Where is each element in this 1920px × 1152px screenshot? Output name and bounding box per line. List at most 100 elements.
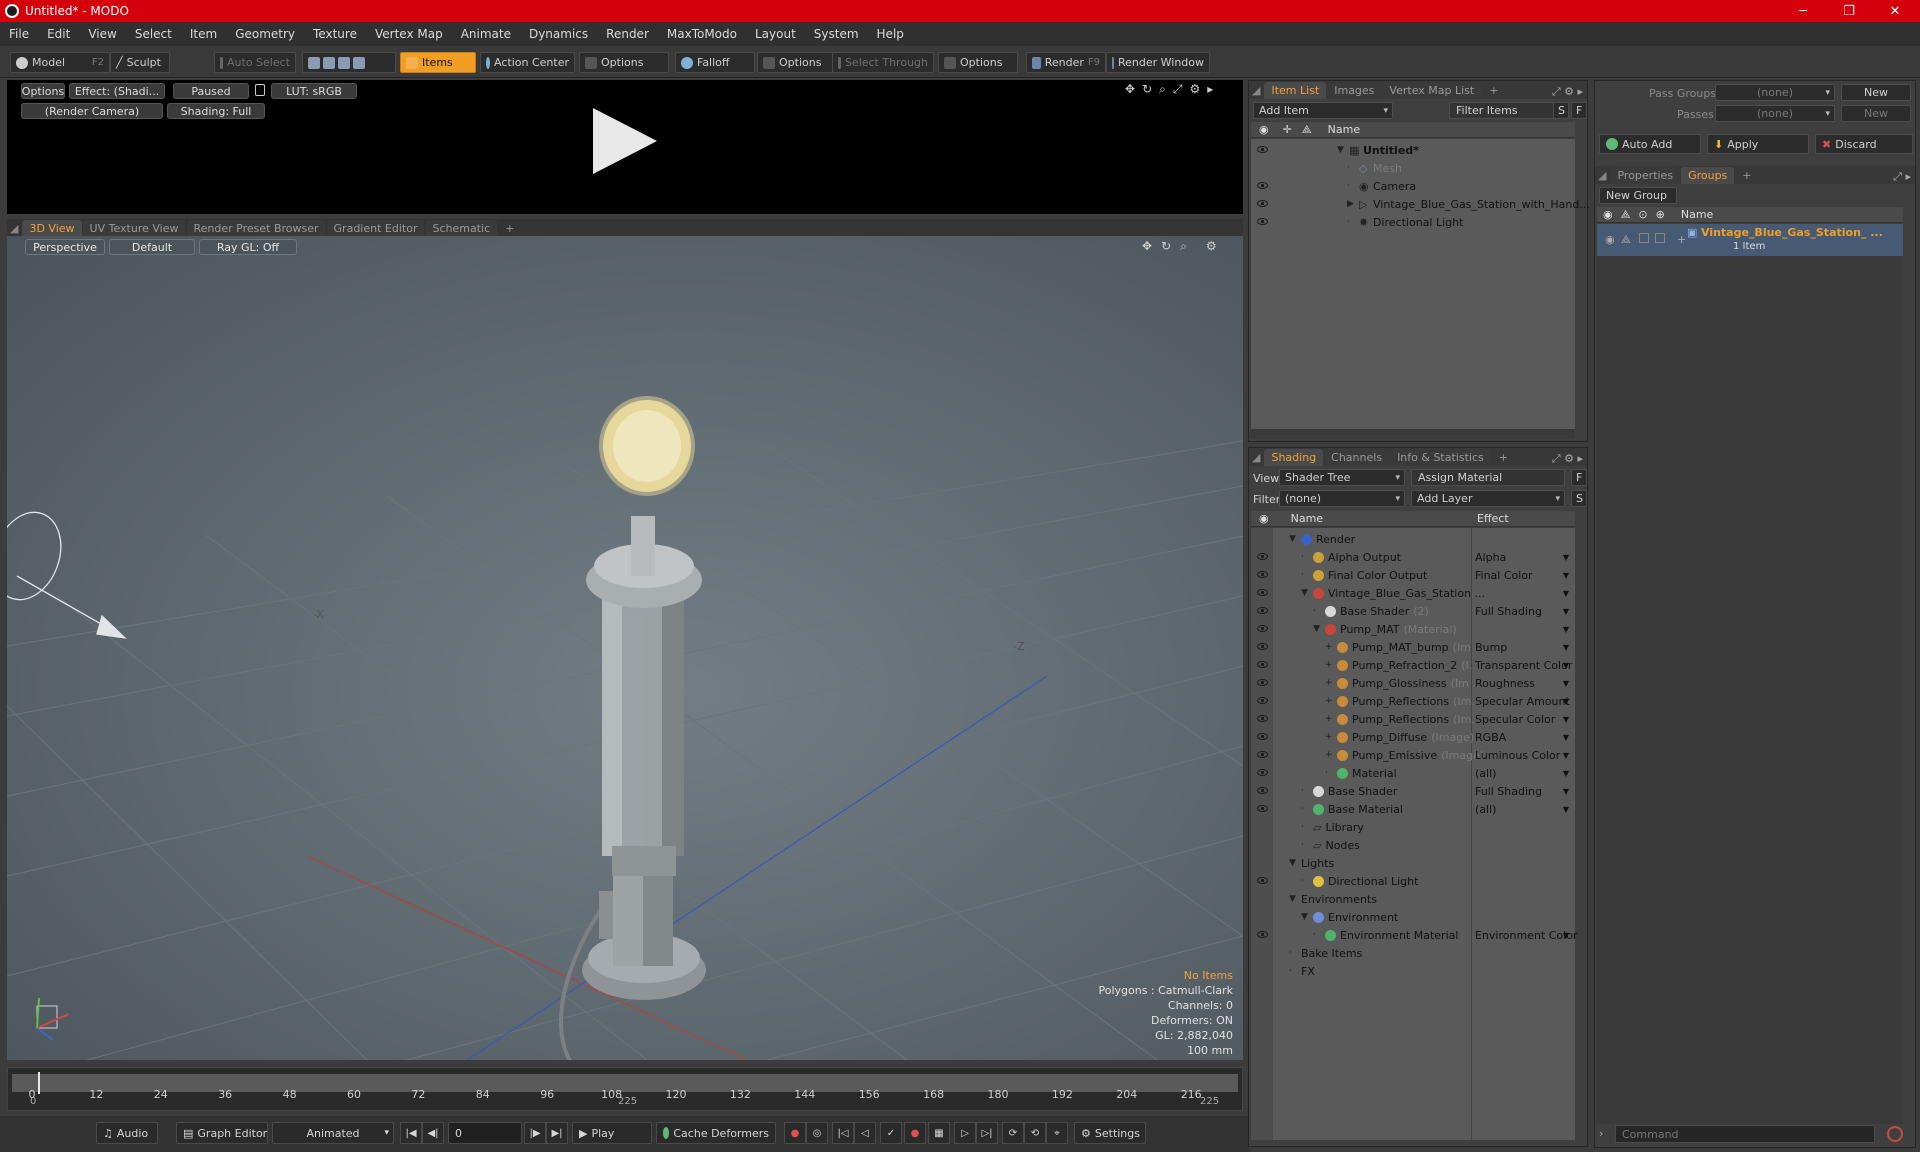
layer-effect[interactable]: Specular Color (1475, 713, 1555, 726)
passes-dropdown[interactable]: (none) (1715, 105, 1835, 122)
material-mode-icon[interactable] (353, 56, 365, 69)
visibility-eye-icon[interactable] (1257, 769, 1268, 776)
visibility-eye-icon[interactable] (1257, 200, 1268, 207)
discard-button[interactable]: ✖ Discard (1815, 134, 1913, 154)
effect-dropdown-icon[interactable]: ▼ (1563, 589, 1569, 598)
layer-effect[interactable]: Full Shading (1475, 605, 1542, 618)
shading-dropdown[interactable]: Shading: Full (167, 103, 265, 119)
layer-effect[interactable]: Specular Amount (1475, 695, 1570, 708)
effect-dropdown-icon[interactable]: ▼ (1563, 553, 1569, 562)
add-layer-dropdown[interactable]: Add Layer (1411, 490, 1565, 507)
tab-info-statistics[interactable]: Info & Statistics (1390, 449, 1491, 466)
tab-properties[interactable]: Properties (1610, 167, 1681, 184)
current-frame-input[interactable]: 0 (448, 1122, 522, 1144)
effect-dropdown-icon[interactable]: ▼ (1563, 715, 1569, 724)
shader-tree-row[interactable]: · ▱ Nodes (1251, 836, 1575, 854)
group-row[interactable]: ◉ ⟁ + ▣ Vintage_Blue_Gas_Station_ ... 1 … (1597, 224, 1903, 256)
shader-tree-row[interactable]: + Pump_Emissive (Image) Luminous Color ▼ (1251, 746, 1575, 764)
shader-tree-row[interactable]: + Pump_Reflections (Im... Specular Color ▼ (1251, 710, 1575, 728)
visibility-eye-icon[interactable] (1257, 218, 1268, 225)
panel-controls-icon[interactable]: ⤢ ⚙ ▸ (1552, 452, 1587, 466)
shader-tree-row[interactable]: · Final Color Output Final Color ▼ (1251, 566, 1575, 584)
menu-help[interactable]: Help (868, 27, 913, 41)
default-style-dropdown[interactable]: Default (109, 239, 195, 255)
gear-icon[interactable]: ⚙ (1206, 239, 1217, 254)
vertex-mode-icon[interactable] (308, 56, 320, 69)
rotate-icon[interactable]: ↻ (1142, 82, 1152, 97)
tree-expand-icon[interactable]: ▼ (1289, 894, 1296, 904)
effect-dropdown-icon[interactable]: ▼ (1563, 697, 1569, 706)
panel-menu-icon[interactable]: ◢ (7, 220, 21, 237)
tree-expand-icon[interactable]: + (1325, 732, 1333, 742)
shader-tree-row[interactable]: ▼ Render (1251, 530, 1575, 548)
maximize-button[interactable]: ❐ (1826, 0, 1872, 22)
tree-expand-icon[interactable]: + (1325, 678, 1333, 688)
item-list-row[interactable]: ▼ ▦ Untitled* (1251, 141, 1575, 159)
tree-expand-icon[interactable]: · (1325, 768, 1328, 778)
shader-tree-row[interactable]: · Base Material (all) ▼ (1251, 800, 1575, 818)
tree-expand-icon[interactable]: ▼ (1301, 588, 1308, 598)
shader-tree-row[interactable]: · Base Shader (2) Full Shading ▼ (1251, 602, 1575, 620)
tree-expand-icon[interactable]: · (1301, 570, 1304, 580)
effect-dropdown-icon[interactable]: ▼ (1563, 931, 1569, 940)
timeline-playhead[interactable] (38, 1072, 40, 1094)
layer-effect[interactable]: Transparent Color (1475, 659, 1572, 672)
visibility-eye-icon[interactable] (1257, 625, 1268, 632)
layer-effect[interactable]: Bump (1475, 641, 1507, 654)
layer-effect[interactable]: Final Color (1475, 569, 1533, 582)
layer-effect[interactable]: Full Shading (1475, 785, 1542, 798)
model-mode-button[interactable]: Model F2 (10, 52, 110, 73)
new-group-button[interactable]: New Group (1599, 187, 1677, 204)
auto-select-button[interactable]: Auto Select (214, 52, 296, 73)
render-options-button[interactable]: Options (21, 83, 65, 99)
sync-icon[interactable]: ⟲ (1024, 1122, 1046, 1144)
render-icon[interactable]: ⟁ (1621, 233, 1631, 247)
tree-expand-icon[interactable]: ▼ (1337, 145, 1344, 155)
shader-tree-row[interactable]: · Material (all) ▼ (1251, 764, 1575, 782)
edge-mode-icon[interactable] (323, 56, 335, 69)
record-icon[interactable]: ● (904, 1122, 926, 1144)
effect-dropdown-icon[interactable]: ▼ (1563, 679, 1569, 688)
shader-view-dropdown[interactable]: Shader Tree (1279, 469, 1405, 486)
lock-checkbox[interactable] (1639, 233, 1649, 243)
pan-icon[interactable]: ✥ (1142, 239, 1152, 254)
shader-tree-row[interactable]: + Pump_Reflections (Im... Specular Amount ▼ (1251, 692, 1575, 710)
tree-expand-icon[interactable]: · (1289, 966, 1292, 976)
filter-items-input[interactable]: Filter Items (1449, 102, 1559, 119)
render-camera-dropdown[interactable]: (Render Camera) (21, 103, 163, 119)
panel-menu-icon[interactable]: ◢ (1595, 167, 1609, 184)
tree-expand-icon[interactable]: ▶ (1347, 199, 1354, 209)
tab-shading[interactable]: Shading (1264, 449, 1324, 466)
shader-tree-row[interactable]: + Pump_Diffuse (Image) RGBA ▼ (1251, 728, 1575, 746)
item-list-row[interactable]: · ◇ Mesh (1251, 159, 1575, 177)
menu-file[interactable]: File (0, 27, 38, 41)
tree-expand-icon[interactable]: · (1301, 786, 1304, 796)
tree-expand-icon[interactable]: · (1313, 606, 1316, 616)
visibility-eye-icon[interactable] (1257, 715, 1268, 722)
tab-channels[interactable]: Channels (1324, 449, 1390, 466)
add-tab-icon[interactable]: + (1492, 449, 1515, 466)
menu-geometry[interactable]: Geometry (226, 27, 304, 41)
next-key-icon[interactable]: ▷| (976, 1122, 998, 1144)
settings-button[interactable]: ⚙ Settings (1074, 1122, 1146, 1144)
filter-f-button[interactable]: F (1571, 102, 1587, 119)
effect-dropdown-icon[interactable]: ▼ (1563, 571, 1569, 580)
visibility-eye-icon[interactable] (1257, 931, 1268, 938)
select-through-button[interactable]: Select Through (832, 52, 934, 73)
tree-expand-icon[interactable]: · (1301, 876, 1304, 886)
tab-vertex-map-list[interactable]: Vertex Map List (1382, 82, 1482, 99)
action-center-options-button[interactable]: Options (579, 52, 669, 73)
shader-tree-row[interactable]: · Directional Light (1251, 872, 1575, 890)
visibility-eye-icon[interactable] (1257, 571, 1268, 578)
tree-expand-icon[interactable]: + (1325, 714, 1333, 724)
tree-expand-icon[interactable]: · (1347, 181, 1350, 191)
menu-edit[interactable]: Edit (38, 27, 79, 41)
render-button[interactable]: Render F9 (1026, 52, 1106, 73)
panel-menu-icon[interactable]: ◢ (1249, 82, 1263, 99)
visibility-eye-icon[interactable] (1257, 182, 1268, 189)
close-button[interactable]: ✕ (1872, 0, 1918, 22)
lut-dropdown[interactable]: LUT: sRGB (271, 83, 357, 99)
visibility-icon[interactable]: ◉ (1605, 233, 1615, 246)
play-icon[interactable] (593, 108, 657, 174)
prev-key-button[interactable]: ◀| (422, 1122, 444, 1144)
